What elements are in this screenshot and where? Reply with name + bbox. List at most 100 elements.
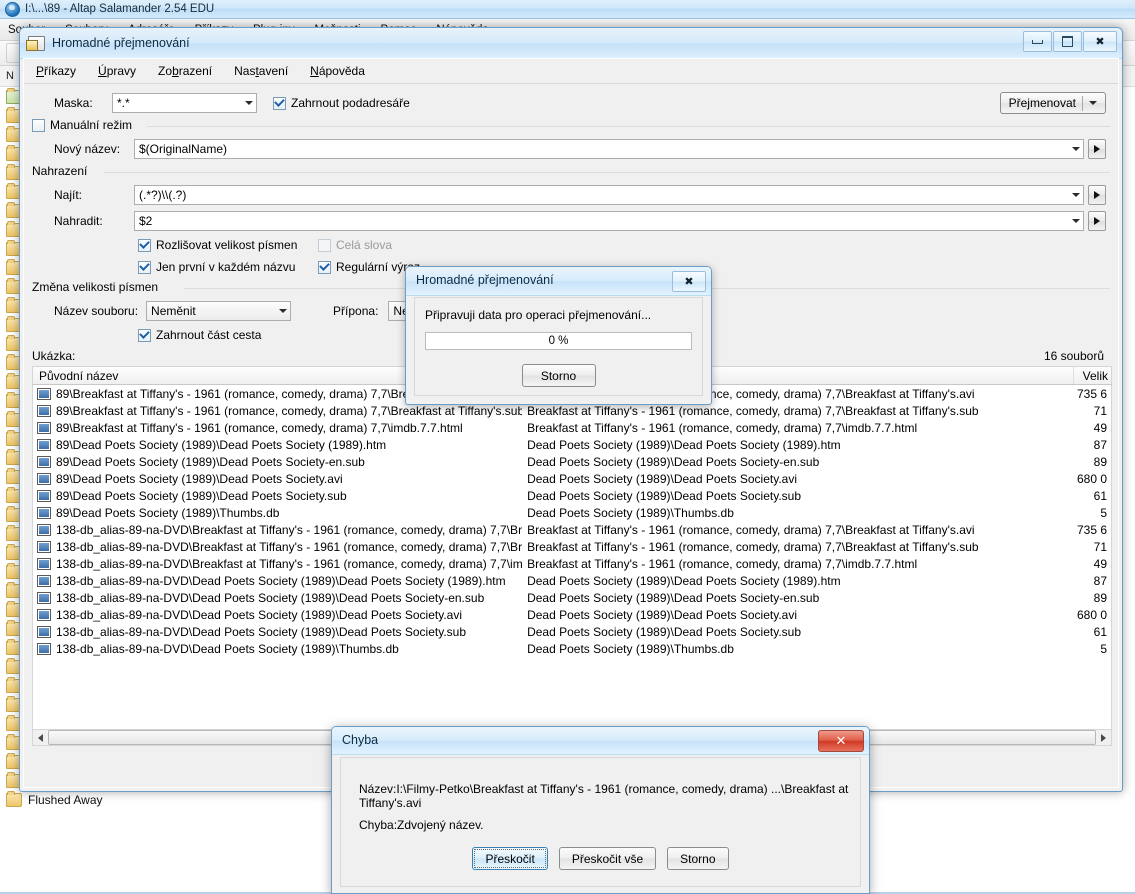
old-name-text: 89\Dead Poets Society (1989)\Dead Poets … [56,454,365,469]
scroll-left-button[interactable] [33,731,48,745]
cell-old-name: 138-db_alias-89-na-DVD\Dead Poets Societ… [33,625,522,639]
rename-dialog-menubar[interactable]: Příkazy Úpravy Zobrazení Nastavení Nápov… [24,59,1118,84]
chevron-down-icon [1072,147,1080,151]
cell-new-name: Breakfast at Tiffany's - 1961 (romance, … [527,420,918,435]
close-icon: ✖ [1095,36,1105,48]
mask-combo[interactable]: *.* [112,93,257,113]
manual-mode-checkbox[interactable]: Manuální režim [32,118,1110,132]
screen: I:\...\89 - Altap Salamander 2.54 EDU So… [0,0,1135,894]
option-whole-words[interactable]: Celá slova [318,238,488,252]
close-button[interactable]: ✖ [1083,31,1117,52]
progress-cancel-button[interactable]: Storno [521,364,596,387]
minimize-button[interactable] [1023,31,1052,52]
file-icon [37,591,51,604]
cell-old-name: 89\Dead Poets Society (1989)\Dead Poets … [33,438,522,452]
scroll-right-button[interactable] [1096,731,1111,745]
column-header-size[interactable]: Velik [1074,367,1111,384]
maximize-button[interactable] [1053,31,1082,52]
menu-zobrazeni[interactable]: Zobrazení [158,64,212,78]
mask-value: *.* [117,96,130,110]
option-match-case[interactable]: Rozlišovat velikost písmen [138,238,318,252]
skip-all-button[interactable]: Přeskočit vše [558,847,657,870]
error-dialog-close-button[interactable]: ✕ [818,730,864,752]
table-row[interactable]: 138-db_alias-89-na-DVD\Dead Poets Societ… [33,589,1111,606]
replace-value: $2 [139,214,153,228]
main-window-title: I:\...\89 - Altap Salamander 2.54 EDU [25,3,215,15]
cell-old-name: 89\Dead Poets Society (1989)\Dead Poets … [33,472,522,486]
replace-insert-button[interactable] [1088,211,1106,231]
menu-upravy[interactable]: Úpravy [98,64,136,78]
rename-button-label: Přejmenovat [1008,96,1076,110]
table-row[interactable]: 89\Dead Poets Society (1989)\Dead Poets … [33,470,1111,487]
cell-new-name: Dead Poets Society (1989)\Dead Poets Soc… [527,590,820,605]
cell-new-name: Breakfast at Tiffany's - 1961 (romance, … [527,556,918,571]
find-insert-button[interactable] [1088,185,1106,205]
rename-button[interactable]: Přejmenovat [999,92,1106,114]
table-row[interactable]: 89\Breakfast at Tiffany's - 1961 (romanc… [33,419,1111,436]
table-row[interactable]: 138-db_alias-89-na-DVD\Breakfast at Tiff… [33,538,1111,555]
play-icon [1094,191,1100,199]
error-message-name: Název:I:\Filmy-Petko\Breakfast at Tiffan… [359,782,849,810]
table-row[interactable]: 138-db_alias-89-na-DVD\Dead Poets Societ… [33,572,1111,589]
progress-dialog-close-button[interactable]: ✖ [672,271,706,292]
cell-size: 89 [1093,590,1107,605]
rename-dialog-titlebar[interactable]: Hromadné přejmenování ✖ [20,28,1122,58]
extension-case-label: Přípona: [333,304,379,318]
menu-nastaveni[interactable]: Nastavení [234,64,288,78]
option-first-only[interactable]: Jen první v každém názvu [138,260,318,274]
table-row[interactable]: 138-db_alias-89-na-DVD\Dead Poets Societ… [33,640,1111,657]
rename-dropdown-icon[interactable] [1089,101,1097,105]
file-icon [37,557,51,570]
table-row[interactable]: 89\Dead Poets Society (1989)\Dead Poets … [33,453,1111,470]
menu-prikazy[interactable]: Příkazy [36,64,76,78]
new-name-insert-button[interactable] [1088,139,1106,159]
filename-case-combo[interactable]: Neměnit [146,301,292,321]
file-icon [37,489,51,502]
old-name-text: 89\Dead Poets Society (1989)\Dead Poets … [56,471,343,486]
rename-dialog-icon [26,35,45,51]
chevron-left-icon [38,733,43,742]
cell-new-name: Breakfast at Tiffany's - 1961 (romance, … [527,539,979,554]
table-row[interactable]: 89\Dead Poets Society (1989)\Dead Poets … [33,487,1111,504]
chevron-down-icon [1072,219,1080,223]
main-window-titlebar: I:\...\89 - Altap Salamander 2.54 EDU [0,0,1135,19]
skip-button[interactable]: Přeskočit [472,847,548,870]
cell-new-name: Dead Poets Society (1989)\Dead Poets Soc… [527,573,841,588]
cell-old-name: 138-db_alias-89-na-DVD\Dead Poets Societ… [33,608,522,622]
include-path-checkbox[interactable]: Zahrnout část cesta [138,328,261,342]
new-name-combo[interactable]: $(OriginalName) [134,139,1084,159]
menu-napoveda[interactable]: Nápověda [310,64,365,78]
table-row[interactable]: 138-db_alias-89-na-DVD\Dead Poets Societ… [33,623,1111,640]
find-combo[interactable]: (.*?)\\(.?) [134,185,1084,205]
old-name-text: 89\Dead Poets Society (1989)\Dead Poets … [56,488,347,503]
play-icon [1094,217,1100,225]
table-row[interactable]: 138-db_alias-89-na-DVD\Breakfast at Tiff… [33,555,1111,572]
preview-list-body[interactable]: 89\Breakfast at Tiffany's - 1961 (romanc… [32,385,1112,730]
table-row[interactable]: 89\Dead Poets Society (1989)\Thumbs.db De… [33,504,1111,521]
checkbox-box [273,96,286,110]
rename-dialog-body: Příkazy Úpravy Zobrazení Nastavení Nápov… [23,58,1119,788]
cancel-button[interactable]: Storno [667,847,729,870]
file-icon [37,608,51,621]
filename-case-value: Neměnit [151,304,196,318]
checkbox-box [318,260,331,274]
list-item-label: Flushed Away [28,792,103,807]
include-subdirs-checkbox[interactable]: Zahrnout podadresáře [273,96,410,110]
table-row[interactable]: 138-db_alias-89-na-DVD\Breakfast at Tiff… [33,521,1111,538]
replace-combo[interactable]: $2 [134,211,1084,231]
cell-size: 61 [1093,624,1107,639]
cell-old-name: 138-db_alias-89-na-DVD\Breakfast at Tiff… [33,523,522,537]
replace-group-header: Nahrazení [32,164,1110,182]
progress-dialog: Hromadné přejmenování ✖ Připravuji data … [405,266,712,405]
cell-new-name: Dead Poets Society (1989)\Dead Poets Soc… [527,488,802,503]
table-row[interactable]: 89\Dead Poets Society (1989)\Dead Poets … [33,436,1111,453]
error-dialog-buttons: Přeskočit Přeskočit vše Storno [341,847,860,870]
old-name-text: 89\Dead Poets Society (1989)\Thumbs.db [56,505,280,520]
cell-new-name: Dead Poets Society (1989)\Thumbs.db [527,641,734,656]
table-row[interactable]: 138-db_alias-89-na-DVD\Dead Poets Societ… [33,606,1111,623]
manual-mode-group: Manuální režim [32,118,1110,136]
preview-label: Ukázka: [32,349,76,363]
include-path-label: Zahrnout část cesta [156,328,262,342]
old-name-text: 138-db_alias-89-na-DVD\Dead Poets Societ… [56,607,462,622]
cell-old-name: 89\Dead Poets Society (1989)\Dead Poets … [33,455,522,469]
